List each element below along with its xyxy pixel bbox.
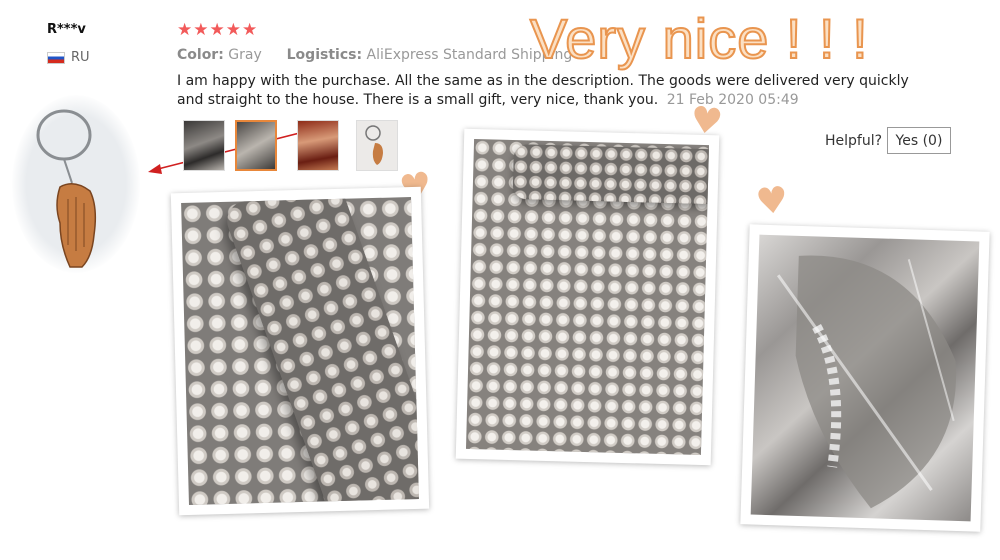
color-label: Color: <box>177 47 224 63</box>
review-thumbnail-3[interactable] <box>297 120 339 171</box>
acupressure-pillow-image <box>221 197 419 505</box>
review-photo-3[interactable] <box>740 224 990 532</box>
russia-flag-icon <box>47 51 65 64</box>
heart-icon: ♥ <box>753 179 791 224</box>
review-thumbnail-2[interactable] <box>235 120 277 171</box>
reviewer-country: RU <box>47 50 90 65</box>
rating-stars: ★★★★★ <box>177 20 259 40</box>
acupressure-mat-image <box>181 197 419 505</box>
review-thumbnail-1[interactable] <box>183 120 225 171</box>
review-text: I am happy with the purchase. All the sa… <box>177 72 937 110</box>
review-photo-1[interactable] <box>170 186 430 516</box>
overlay-title: Very nice ! ! ! <box>529 6 869 71</box>
helpful-yes-button[interactable]: Yes (0) <box>887 127 951 154</box>
logistics-label: Logistics: <box>286 47 363 63</box>
review-date: 21 Feb 2020 05:49 <box>666 92 799 108</box>
review-meta: Color: Gray Logistics: AliExpress Standa… <box>177 47 572 63</box>
keychain-illustration <box>36 109 97 268</box>
helpful-label: Helpful? <box>825 133 883 149</box>
reviewer-name: R***v <box>47 22 86 37</box>
keychain-gift-photo <box>12 95 140 273</box>
acupressure-mat-image <box>465 138 710 456</box>
packaged-pillow-illustration <box>776 255 957 509</box>
review-thumbnail-4[interactable] <box>356 120 398 171</box>
packaged-mat-image <box>750 234 980 522</box>
color-value: Gray <box>228 47 262 63</box>
review-photo-2[interactable] <box>455 128 720 466</box>
acupressure-pillow-image <box>512 144 710 205</box>
country-code: RU <box>71 50 90 65</box>
review-body: I am happy with the purchase. All the sa… <box>177 73 909 108</box>
keychain-thumb-icon <box>365 125 383 165</box>
